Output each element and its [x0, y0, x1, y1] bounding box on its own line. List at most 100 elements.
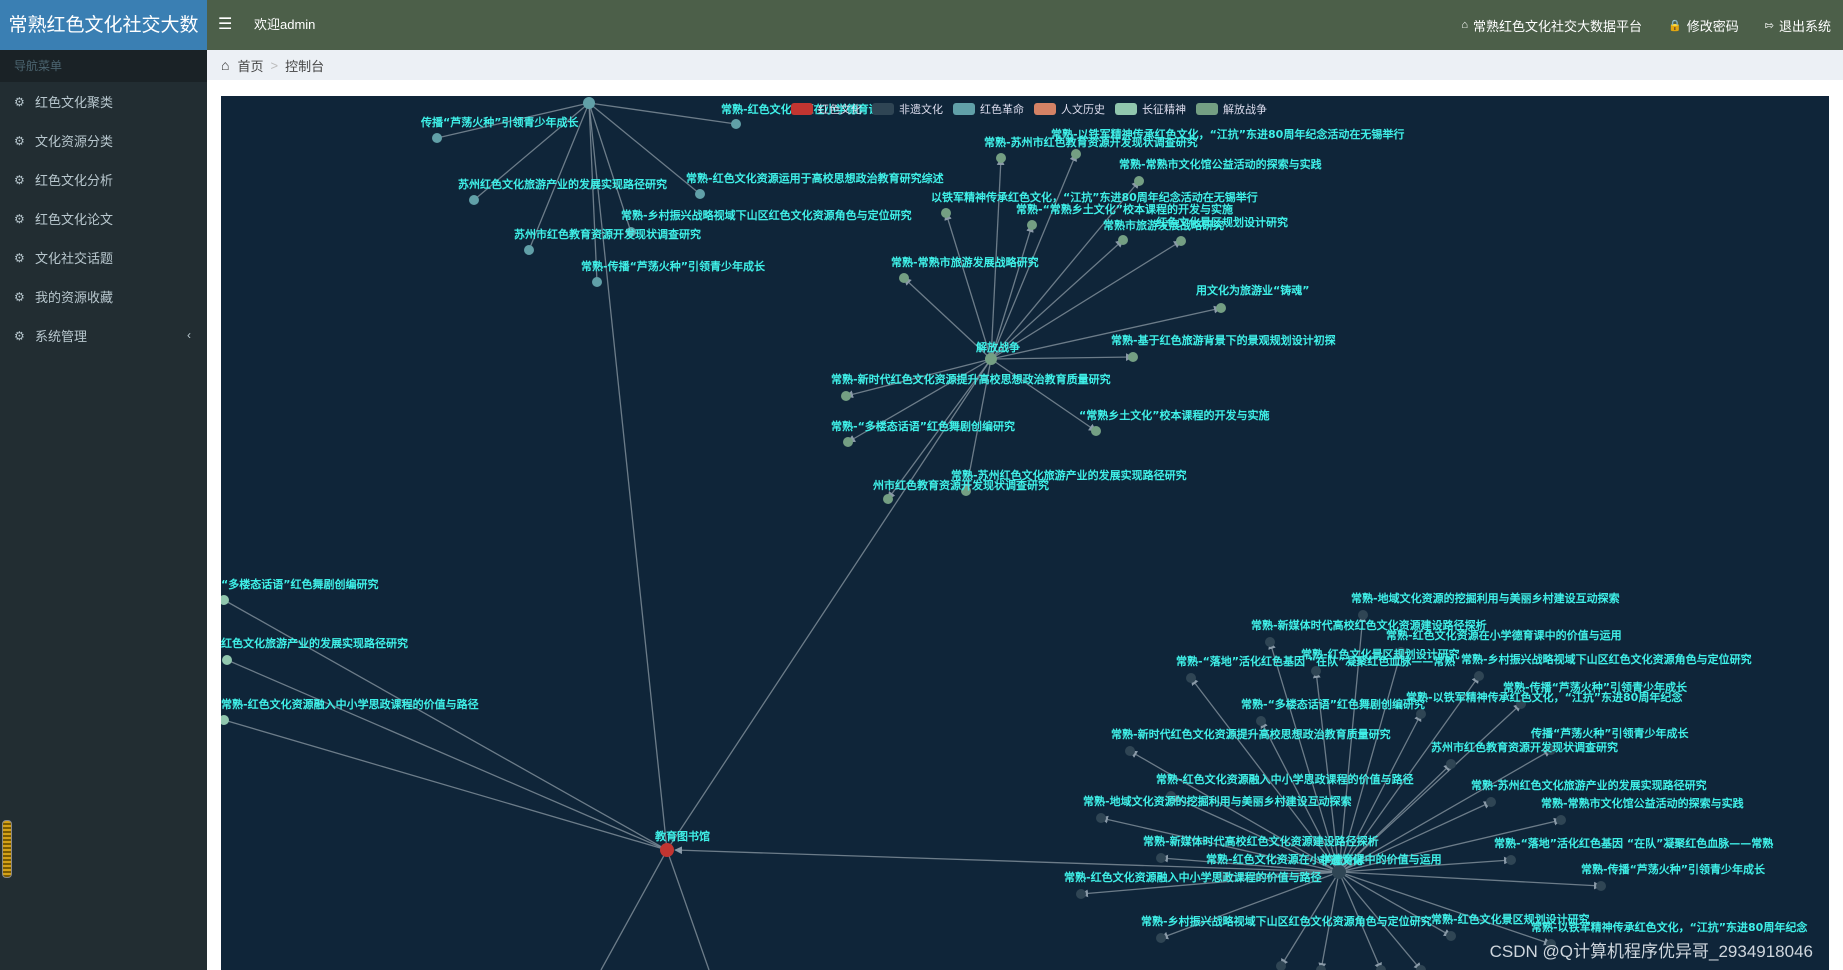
graph-node[interactable] — [843, 437, 853, 447]
graph-node[interactable] — [524, 245, 534, 255]
chevron-left-icon: ‹ — [187, 328, 191, 342]
graph-node-label: 红色文化旅游产业的发展实现路径研究 — [221, 636, 408, 650]
graph-node-label: 常熟-常熟市文化馆公益活动的探索与实践 — [1541, 796, 1744, 810]
graph-node[interactable] — [660, 843, 674, 857]
sidebar-item-red-culture-analysis[interactable]: ⚙ 红色文化分析 — [0, 160, 207, 199]
graph-edge — [944, 212, 992, 360]
sidebar-item-social-topics[interactable]: ⚙ 文化社交话题 — [0, 238, 207, 277]
menu-toggle-icon[interactable]: ☰ — [218, 15, 232, 35]
graph-node[interactable] — [1118, 235, 1128, 245]
graph-node[interactable] — [1316, 965, 1326, 970]
legend-item[interactable]: 非遗文化 — [872, 101, 943, 117]
platform-link[interactable]: ⌂ 常熟红色文化社交大数据平台 — [1461, 16, 1642, 35]
sidebar-item-label: 红色文化分析 — [35, 173, 114, 188]
sidebar-item-system-management[interactable]: ⚙ 系统管理 ‹ — [0, 316, 207, 355]
breadcrumb-home[interactable]: 首页 — [237, 56, 263, 75]
graph-node[interactable] — [1486, 797, 1496, 807]
legend-swatch — [1034, 103, 1056, 115]
legend-item[interactable]: 人文历史 — [1034, 101, 1105, 117]
graph-node[interactable] — [1216, 303, 1226, 313]
graph-node[interactable] — [1446, 759, 1456, 769]
graph-node[interactable] — [996, 153, 1006, 163]
graph-node[interactable] — [1556, 815, 1566, 825]
graph-node[interactable] — [583, 97, 595, 109]
graph-node-label: 传播“芦荡火种”引领青少年成长 — [420, 115, 579, 129]
sidebar-item-red-culture-cluster[interactable]: ⚙ 红色文化聚类 — [0, 82, 207, 121]
graph-node[interactable] — [731, 119, 741, 129]
graph-node[interactable] — [222, 655, 232, 665]
graph-node-label: 常熟-“落地”活化红色基因 “在队”凝聚红色血脉——常熟 — [1494, 836, 1773, 850]
graph-node-label: 常熟-以铁军精神传承红色文化，“江抗”东进80周年纪念 — [1531, 920, 1808, 934]
breadcrumb: ⌂ 首页 > 控制台 — [207, 50, 1843, 80]
graph-node[interactable] — [592, 277, 602, 287]
graph-node[interactable] — [1096, 813, 1106, 823]
graph-node[interactable] — [1027, 220, 1037, 230]
graph-node[interactable] — [1376, 965, 1386, 970]
legend-swatch — [1196, 103, 1218, 115]
graph-node-label: 以铁军精神传承红色文化，“江抗”东进80周年纪念活动在无锡举行 — [931, 190, 1258, 204]
graph-node[interactable] — [1276, 961, 1286, 970]
graph-node[interactable] — [1446, 931, 1456, 941]
graph-node-label: 红色文化景区规划设计研究 — [1156, 215, 1288, 229]
graph-node-label: 常熟-红色文化资源融入中小学思政课程的价值与路径 — [221, 697, 479, 711]
graph-node[interactable] — [1071, 149, 1081, 159]
graph-node-label: 常熟-基于红色旅游背景下的景观规划设计初探 — [1111, 333, 1337, 347]
graph-node[interactable] — [695, 189, 705, 199]
graph-node[interactable] — [432, 133, 442, 143]
app-logo[interactable]: 常熟红色文化社交大数 — [0, 0, 207, 50]
logout-link[interactable]: ⇰ 退出系统 — [1765, 16, 1831, 35]
graph-node[interactable] — [1186, 673, 1196, 683]
graph-node[interactable] — [221, 715, 229, 725]
top-navbar: 常熟红色文化社交大数 ☰ 欢迎admin ⌂ 常熟红色文化社交大数据平台 🔒 修… — [0, 0, 1843, 50]
change-password-link[interactable]: 🔒 修改密码 — [1668, 16, 1739, 35]
sidebar-item-label: 文化社交话题 — [35, 251, 114, 266]
graph-node-label: “多楼态话语”红色舞剧创编研究 — [221, 577, 378, 591]
scroll-handle[interactable] — [2, 820, 12, 878]
graph-node[interactable] — [899, 273, 909, 283]
graph-node[interactable] — [941, 208, 951, 218]
sidebar-item-resource-category[interactable]: ⚙ 文化资源分类 — [0, 121, 207, 160]
graph-canvas[interactable]: 传播“芦荡火种”引领青少年成长常熟-红色文化资源在小学德育课...苏州红色文化旅… — [221, 96, 1829, 970]
graph-node[interactable] — [1156, 853, 1166, 863]
legend-item[interactable]: 长征精神 — [1115, 101, 1186, 117]
legend-item[interactable]: 红色革命 — [953, 101, 1024, 117]
graph-node-label: 常熟-苏州红色文化旅游产业的发展实现路径研究 — [1471, 778, 1707, 792]
graph-node[interactable] — [1176, 236, 1186, 246]
legend-swatch — [872, 103, 894, 115]
graph-node[interactable] — [1596, 881, 1606, 891]
graph-node[interactable] — [1076, 889, 1086, 899]
breadcrumb-current: 控制台 — [285, 58, 325, 74]
graph-node[interactable] — [469, 195, 479, 205]
graph-node[interactable] — [985, 353, 997, 365]
graph-node[interactable] — [1125, 746, 1135, 756]
sidebar-header: 导航菜单 — [0, 50, 207, 82]
graph-node[interactable] — [883, 494, 893, 504]
graph-node-label: 常熟-新时代红色文化资源提升高校思想政治教育质量研究 — [1111, 727, 1391, 741]
legend-item[interactable]: 解放战争 — [1196, 101, 1267, 117]
graph-node[interactable] — [1256, 716, 1266, 726]
graph-node[interactable] — [1128, 352, 1138, 362]
knowledge-graph[interactable]: 传播“芦荡火种”引领青少年成长常熟-红色文化资源在小学德育课...苏州红色文化旅… — [221, 96, 1829, 970]
gear-icon: ⚙ — [14, 211, 25, 226]
graph-node-label: 常熟-红色文化资源在小学德育课中的价值与运用 — [1386, 628, 1622, 642]
graph-node[interactable] — [1474, 671, 1484, 681]
graph-node-label: 常熟-以铁军精神传承红色文化，“江抗”东进80周年纪念 — [1406, 690, 1683, 704]
graph-node[interactable] — [841, 391, 851, 401]
graph-node[interactable] — [1091, 426, 1101, 436]
graph-node[interactable] — [1506, 855, 1516, 865]
graph-node[interactable] — [221, 595, 229, 605]
graph-node-label: 常熟-红色文化资源运用于高校思想政治教育研究综述 — [686, 171, 944, 185]
graph-node[interactable] — [1156, 933, 1166, 943]
graph-node-label: 常熟-新时代红色文化资源提升高校思想政治教育质量研究 — [831, 372, 1111, 386]
graph-node-label: 常熟-乡村振兴战略视域下山区红色文化资源角色与定位研究 — [1461, 652, 1752, 666]
graph-node[interactable] — [1134, 176, 1144, 186]
graph-node-label: 州市红色教育资源开发现状调查研究 — [872, 478, 1049, 492]
sidebar-item-my-favorites[interactable]: ⚙ 我的资源收藏 — [0, 277, 207, 316]
sidebar-item-red-culture-papers[interactable]: ⚙ 红色文化论文 — [0, 199, 207, 238]
legend-label: 长征精神 — [1142, 104, 1186, 116]
sidebar: 导航菜单 ⚙ 红色文化聚类 ⚙ 文化资源分类 ⚙ 红色文化分析 ⚙ 红色文化论文… — [0, 50, 207, 970]
graph-node[interactable] — [1332, 865, 1346, 879]
sidebar-item-label: 红色文化论文 — [35, 212, 114, 227]
legend-item[interactable]: 红色文化 — [791, 101, 862, 117]
graph-node[interactable] — [1265, 637, 1275, 647]
